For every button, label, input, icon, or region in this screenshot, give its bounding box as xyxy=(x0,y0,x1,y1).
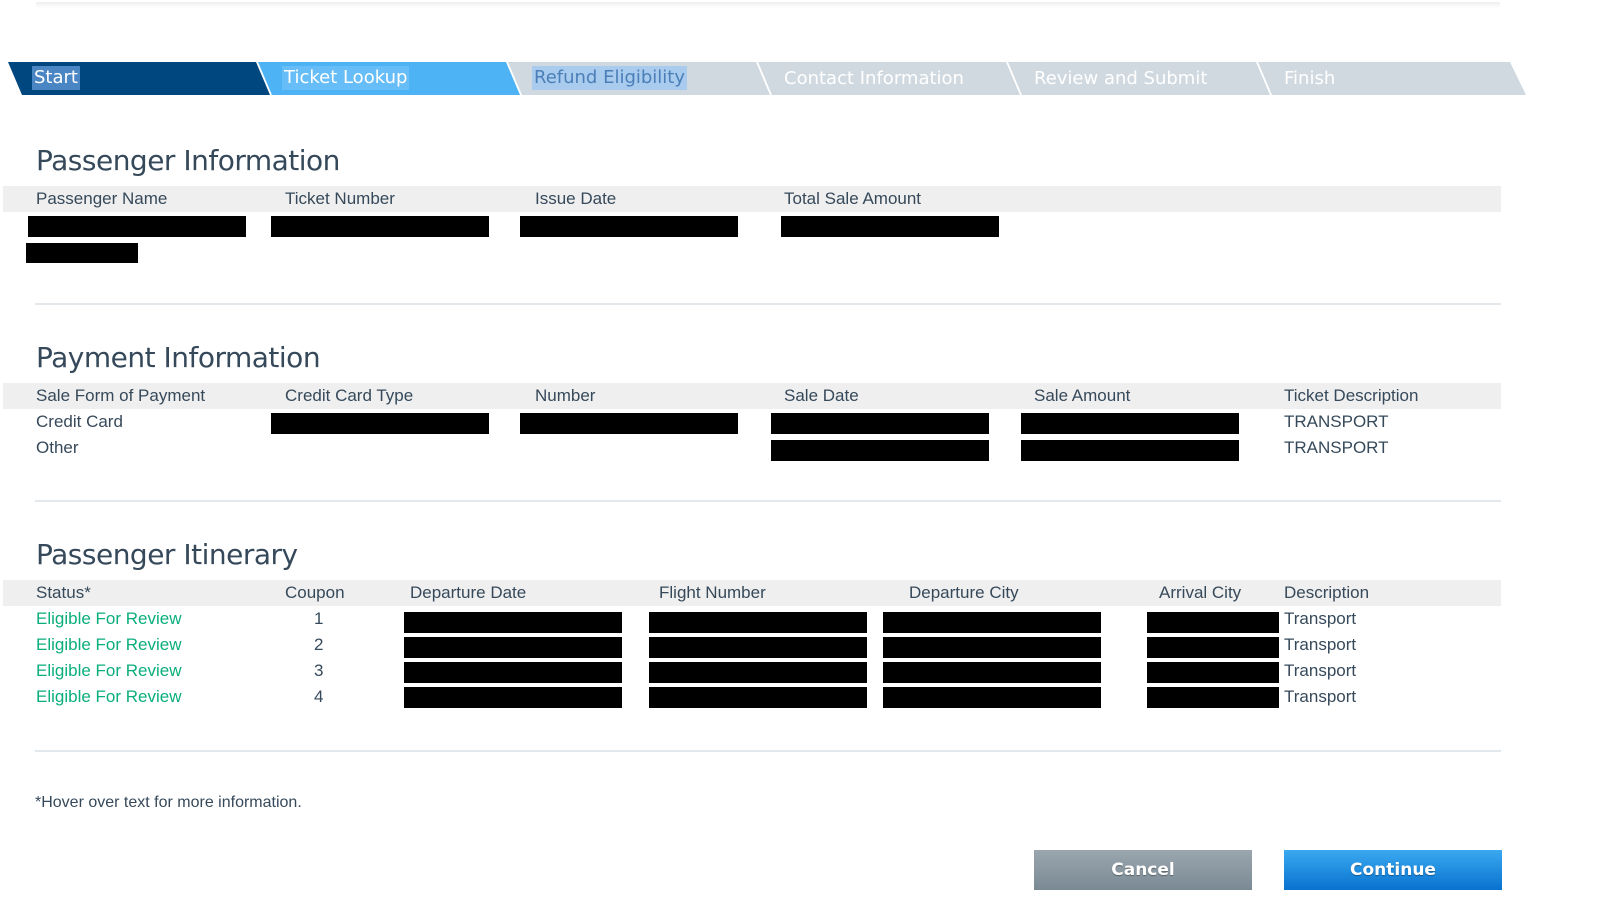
column-header: Sale Form of Payment xyxy=(36,386,206,405)
divider xyxy=(35,500,1501,502)
column-header: Departure City xyxy=(909,583,1019,602)
column-header: Ticket Number xyxy=(285,189,395,208)
redacted-arrival-city xyxy=(1147,612,1279,633)
coupon-number: 2 xyxy=(314,635,324,654)
redacted-flight-number xyxy=(649,687,867,708)
cancel-button[interactable]: Cancel xyxy=(1034,850,1252,890)
redacted-departure-city xyxy=(883,637,1101,658)
payment-form: Other xyxy=(36,438,79,457)
section-title: Passenger Information xyxy=(36,144,340,177)
column-header: Sale Date xyxy=(784,386,859,405)
column-header: Sale Amount xyxy=(1034,386,1131,405)
column-header: Departure Date xyxy=(410,583,527,602)
redacted-ticket-number xyxy=(271,216,489,237)
column-header: Ticket Description xyxy=(1284,386,1419,405)
step-review-and-submit: Review and Submit xyxy=(1008,62,1270,95)
section-title: Payment Information xyxy=(36,341,321,374)
step-label: Ticket Lookup xyxy=(282,66,410,90)
column-header: Total Sale Amount xyxy=(784,189,922,208)
ticket-description: TRANSPORT xyxy=(1284,438,1389,457)
redacted-passenger-name xyxy=(28,216,246,237)
redacted-sale-amount xyxy=(1021,440,1239,461)
redacted-sale-date xyxy=(771,440,989,461)
status-link[interactable]: Eligible For Review xyxy=(36,632,182,658)
redacted-total-sale-amount xyxy=(781,216,999,237)
redacted-sale-amount xyxy=(1021,413,1239,434)
redacted-departure-date xyxy=(404,637,622,658)
step-label: Refund Eligibility xyxy=(532,66,688,90)
coupon-description: Transport xyxy=(1284,661,1357,680)
top-shadow xyxy=(36,2,1500,8)
column-header: Number xyxy=(535,386,596,405)
redacted-flight-number xyxy=(649,637,867,658)
coupon-number: 1 xyxy=(314,609,324,628)
redacted-departure-date xyxy=(404,687,622,708)
column-header: Passenger Name xyxy=(36,189,168,208)
column-header: Issue Date xyxy=(535,189,617,208)
step-refund-eligibility: Refund Eligibility xyxy=(508,62,770,95)
column-header: Status* xyxy=(36,583,91,602)
payment-form: Credit Card xyxy=(36,412,123,431)
status-link[interactable]: Eligible For Review xyxy=(36,658,182,684)
coupon-description: Transport xyxy=(1284,687,1357,706)
redacted-arrival-city xyxy=(1147,662,1279,683)
status-link[interactable]: Eligible For Review xyxy=(36,684,182,710)
column-header: Description xyxy=(1284,583,1370,602)
step-label: Contact Information xyxy=(784,68,964,89)
continue-button[interactable]: Continue xyxy=(1284,850,1502,890)
redacted-departure-city xyxy=(883,687,1101,708)
divider xyxy=(35,750,1501,752)
redacted-issue-date xyxy=(520,216,738,237)
column-header: Arrival City xyxy=(1159,583,1242,602)
redacted-flight-number xyxy=(649,612,867,633)
redacted-flight-number xyxy=(649,662,867,683)
step-ticket-lookup: Ticket Lookup xyxy=(258,62,520,95)
coupon-number: 4 xyxy=(314,687,324,706)
redacted-arrival-city xyxy=(1147,637,1279,658)
coupon-description: Transport xyxy=(1284,609,1357,628)
coupon-number: 3 xyxy=(314,661,324,680)
step-label: Start xyxy=(32,66,80,90)
progress-stepper: Start Ticket Lookup Refund Eligibility C… xyxy=(8,62,1526,95)
step-start: Start xyxy=(8,62,270,95)
coupon-description: Transport xyxy=(1284,635,1357,654)
redacted-departure-city xyxy=(883,662,1101,683)
column-header: Flight Number xyxy=(659,583,766,602)
redacted-card-type xyxy=(271,413,489,434)
table-header: Status* Coupon Departure Date Flight Num… xyxy=(3,580,1501,606)
step-label: Review and Submit xyxy=(1034,68,1208,89)
ticket-description: TRANSPORT xyxy=(1284,412,1389,431)
step-contact-information: Contact Information xyxy=(758,62,1020,95)
redacted-passenger-name xyxy=(26,243,138,263)
column-header: Coupon xyxy=(285,583,345,602)
step-finish: Finish xyxy=(1258,62,1526,95)
redacted-arrival-city xyxy=(1147,687,1279,708)
column-header: Credit Card Type xyxy=(285,386,414,405)
redacted-card-number xyxy=(520,413,738,434)
redacted-sale-date xyxy=(771,413,989,434)
hover-footnote: *Hover over text for more information. xyxy=(35,794,302,811)
redacted-departure-date xyxy=(404,662,622,683)
status-link[interactable]: Eligible For Review xyxy=(36,606,182,632)
divider xyxy=(35,303,1501,305)
step-label: Finish xyxy=(1284,68,1336,89)
redacted-departure-city xyxy=(883,612,1101,633)
table-header: Sale Form of Payment Credit Card Type Nu… xyxy=(3,383,1501,409)
redacted-departure-date xyxy=(404,612,622,633)
section-title: Passenger Itinerary xyxy=(36,538,298,571)
table-header: Passenger Name Ticket Number Issue Date … xyxy=(3,186,1501,212)
